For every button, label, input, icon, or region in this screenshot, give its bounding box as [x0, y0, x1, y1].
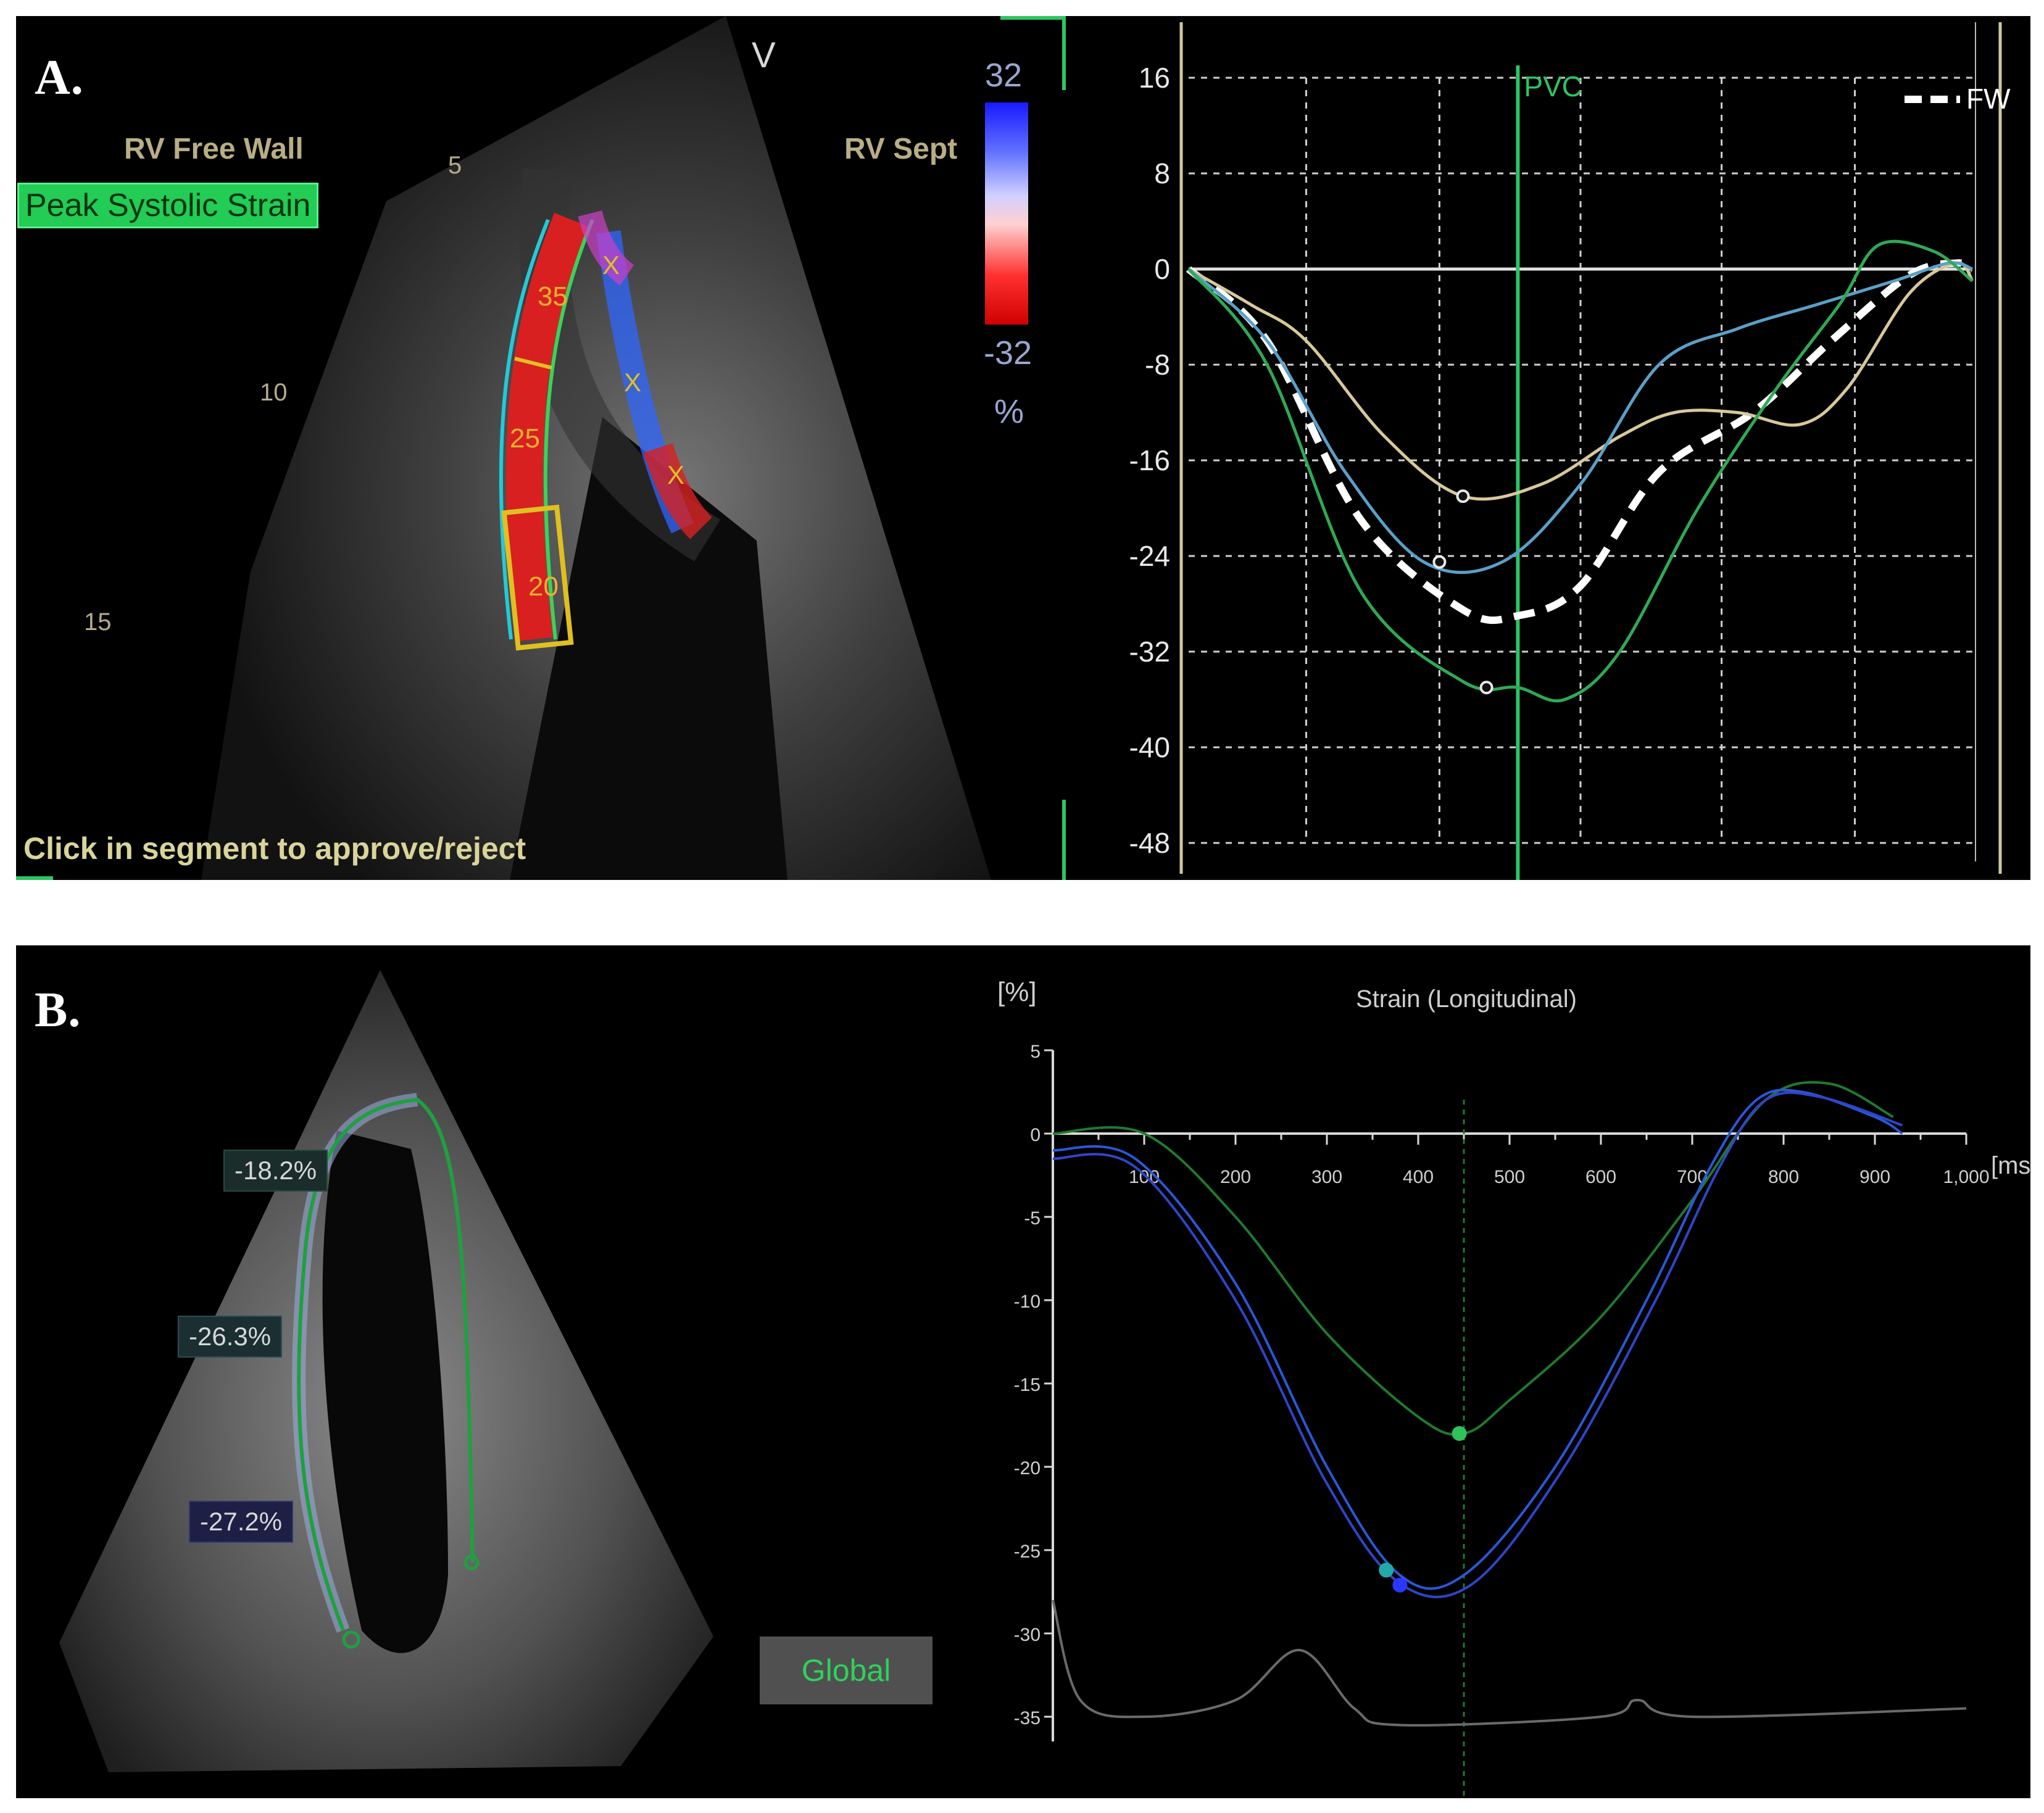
x-tick-label: 900 [1859, 1167, 1890, 1187]
colorbar-min-label: -32 [984, 334, 1032, 371]
colorbar-unit-label: % [994, 393, 1024, 430]
x-tick-label: 600 [1585, 1167, 1616, 1187]
rv-sept-label: RV Sept [844, 133, 958, 165]
y-tick-label: -15 [1014, 1375, 1041, 1395]
y-tick-label: -20 [1014, 1458, 1041, 1479]
view-marker: V [752, 35, 776, 75]
depth-mark-10: 10 [260, 379, 288, 406]
chart-title: Strain (Longitudinal) [1356, 985, 1577, 1013]
series-line [1052, 1089, 1903, 1590]
legend-label: FW [1966, 83, 2011, 115]
segment-strain-mid: -26.3% [178, 1316, 283, 1358]
pvc-marker-label: PVC [1524, 70, 1582, 102]
segment-value-35: 35 [538, 281, 568, 312]
peak-marker [1392, 1577, 1408, 1593]
panel-b-letter: B. [35, 983, 81, 1037]
peak-marker [1456, 489, 1470, 504]
y-tick-label: -10 [1014, 1292, 1041, 1312]
y-tick-label: 0 [1154, 253, 1170, 285]
global-button[interactable]: Global [760, 1637, 933, 1704]
series-line [1052, 1599, 1967, 1727]
y-tick-label: -24 [1129, 540, 1170, 572]
peak-marker [1379, 1562, 1394, 1578]
x-tick-label: 300 [1311, 1167, 1342, 1187]
y-tick-label: -16 [1129, 444, 1170, 476]
frame-marker [1062, 800, 1066, 880]
y-tick-label: -48 [1129, 827, 1170, 859]
x-tick-label: 1,000 [1943, 1167, 1989, 1187]
depth-mark-15: 15 [84, 608, 112, 636]
x-tick-label: 200 [1220, 1167, 1251, 1187]
colorbar-max-label: 32 [985, 57, 1023, 94]
peak-marker [1479, 681, 1494, 695]
segment-strain-basal: -18.2% [223, 1150, 328, 1192]
y-tick-label: -30 [1014, 1625, 1041, 1645]
depth-mark-5: 5 [448, 152, 462, 179]
segment-x-marker: X [667, 460, 685, 489]
strain-chart-b: Strain (Longitudinal) [%] [ms] 5 0 -5 -10 -15 -2… [997, 977, 2030, 1798]
echo-image-b [59, 970, 713, 1772]
y-tick-label: -40 [1129, 731, 1170, 763]
segment-value-20: 20 [528, 571, 559, 602]
rv-free-wall-label: RV Free Wall [124, 133, 304, 165]
y-tick-label: 16 [1139, 62, 1170, 94]
peak-marker [1452, 1426, 1467, 1441]
frame-marker [1062, 16, 1066, 90]
y-tick-label: -35 [1014, 1708, 1041, 1728]
x-tick-label: 500 [1494, 1167, 1525, 1187]
segment-x-marker: X [602, 251, 620, 280]
y-tick-label: -32 [1129, 636, 1170, 668]
segment-strain-apical: -27.2% [189, 1501, 294, 1543]
y-tick-label: 0 [1030, 1125, 1041, 1145]
peak-systolic-strain-label: Peak Systolic Strain [17, 183, 319, 228]
panel-a-letter: A. [35, 51, 84, 105]
peak-marker [1432, 555, 1447, 569]
y-tick-label: -8 [1145, 349, 1170, 381]
x-axis-label: [ms] [1991, 1152, 2030, 1179]
strain-colorbar [985, 102, 1028, 325]
y-tick-label: 8 [1154, 157, 1170, 189]
y-tick-label: -5 [1024, 1208, 1041, 1229]
y-tick-label: -25 [1014, 1541, 1041, 1562]
x-tick-label: 800 [1768, 1167, 1799, 1187]
segment-value-25: 25 [510, 423, 540, 454]
panel-b: B. -18.2% -26.3% -27.2% Global Strain (L… [16, 945, 2030, 1798]
approve-reject-instruction: Click in segment to approve/reject [23, 831, 526, 866]
series-line [1187, 239, 1974, 703]
x-tick-label: 400 [1403, 1167, 1434, 1187]
strain-chart-a: 16 8 0 -8 -16 -24 -32 -40 -48 PVC FW [1129, 22, 2011, 880]
panel-a: A. RV Free Wall Peak Systolic Strain RV … [16, 16, 2030, 880]
segment-x-marker: X [624, 368, 642, 397]
series-line [1052, 1081, 1894, 1436]
y-axis-label: [%] [997, 977, 1037, 1007]
y-tick-label: 5 [1030, 1042, 1041, 1062]
